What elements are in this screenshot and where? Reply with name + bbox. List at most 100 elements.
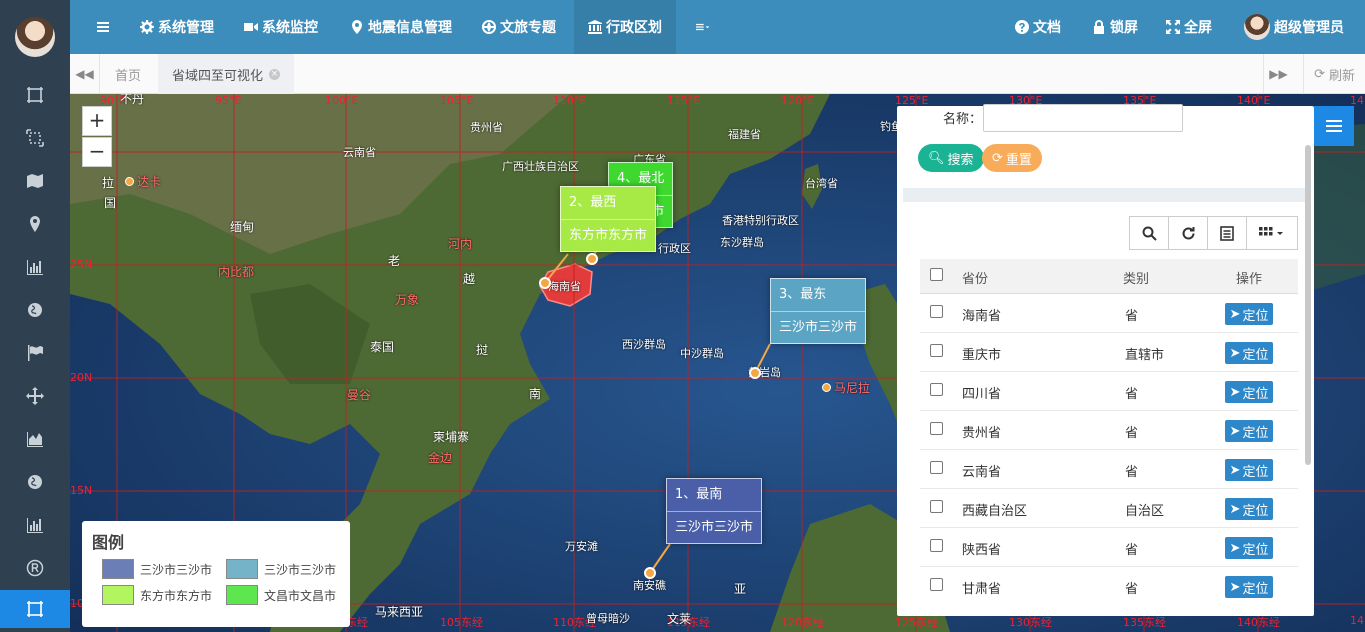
locate-button[interactable]: ➤ 定位 <box>1225 303 1273 325</box>
legend-swatch <box>226 559 258 579</box>
send-icon: ➤ <box>1229 306 1241 322</box>
tab-province-visualization[interactable]: 省域四至可视化 × <box>158 54 295 94</box>
flag-icon[interactable] <box>0 338 70 368</box>
nav-culture-tourism[interactable]: 文旅专题 <box>482 0 556 54</box>
hamburger-icon[interactable] <box>96 0 110 54</box>
marker-eastmost[interactable] <box>749 367 761 379</box>
row-checkbox[interactable] <box>930 422 943 435</box>
name-input[interactable] <box>983 104 1183 132</box>
legend-label: 三沙市三沙市 <box>140 562 213 577</box>
cell-province: 重庆市 <box>962 348 1002 363</box>
locate-button[interactable]: ➤ 定位 <box>1225 342 1273 364</box>
cell-province: 海南省 <box>962 309 1002 324</box>
zoom-out-button[interactable]: − <box>82 137 112 167</box>
locate-button[interactable]: ➤ 定位 <box>1225 381 1273 403</box>
row-checkbox[interactable] <box>930 500 943 513</box>
globe-icon[interactable] <box>0 467 70 497</box>
question-circle-icon <box>1015 20 1029 34</box>
cell-type: 省 <box>1125 309 1139 324</box>
refresh-button[interactable]: ⟳ 刷新 <box>1303 54 1365 94</box>
marker-northmost[interactable] <box>586 253 598 265</box>
tab-home[interactable]: 首页 <box>101 54 155 94</box>
zoom-in-button[interactable]: + <box>82 106 112 136</box>
search-button[interactable]: 🔍︎ 搜索 <box>918 144 984 172</box>
map-icon[interactable] <box>0 166 70 196</box>
sidebar-avatar[interactable] <box>15 17 55 57</box>
row-checkbox[interactable] <box>930 539 943 552</box>
map-label: 柬埔寨 <box>433 430 470 444</box>
nav-fullscreen[interactable]: 全屏 <box>1166 0 1212 54</box>
crop-icon[interactable] <box>0 80 70 110</box>
map-marker-icon[interactable] <box>0 209 70 239</box>
panel-toggle-button[interactable] <box>1314 106 1354 146</box>
row-checkbox[interactable] <box>930 578 943 591</box>
send-icon: ➤ <box>1229 345 1241 361</box>
callout-southmost[interactable]: 1、最南 三沙市三沙市 <box>666 478 763 544</box>
map-label: 曾母暗沙 <box>586 612 630 625</box>
grid-label: 95°E <box>215 94 242 107</box>
app-root: 系统管理 系统监控 地震信息管理 文旅专题 行政区划 文档 锁屏 全屏 超级管理… <box>0 0 1365 632</box>
area-chart-icon[interactable] <box>0 424 70 454</box>
list-icon[interactable] <box>1207 216 1247 250</box>
callout-body: 东方市东方市 <box>561 219 656 251</box>
reset-button[interactable]: ⟳ 重置 <box>982 144 1042 172</box>
move-icon[interactable] <box>0 381 70 411</box>
locate-button[interactable]: ➤ 定位 <box>1225 576 1273 598</box>
expand-icon[interactable] <box>0 123 70 153</box>
nav-docs[interactable]: 文档 <box>1015 0 1061 54</box>
refresh-icon: ⟳ <box>1314 66 1325 82</box>
grid-dropdown-icon[interactable] <box>1246 216 1298 250</box>
crop-icon[interactable] <box>0 590 70 628</box>
tab-scroll-left-icon[interactable]: ◀◀ <box>70 54 100 94</box>
marker-westmost[interactable] <box>539 277 551 289</box>
select-all-checkbox[interactable] <box>930 268 943 281</box>
nav-system-monitor[interactable]: 系统监控 <box>244 0 318 54</box>
search-icon[interactable] <box>1129 216 1169 250</box>
bar-chart-icon[interactable] <box>0 510 70 540</box>
panel-scrollbar[interactable] <box>1305 145 1311 465</box>
refresh-icon[interactable] <box>1168 216 1208 250</box>
nav-label: 文旅专题 <box>500 20 556 36</box>
locate-button[interactable]: ➤ 定位 <box>1225 420 1273 442</box>
nav-lock-screen[interactable]: 锁屏 <box>1092 0 1138 54</box>
globe-icon <box>482 20 496 34</box>
callout-eastmost[interactable]: 3、最东 三沙市三沙市 <box>770 278 867 344</box>
nav-admin-division[interactable]: 行政区划 <box>574 0 676 54</box>
marker-southmost[interactable] <box>644 567 656 579</box>
map-label: 曼谷 <box>347 388 372 402</box>
row-checkbox[interactable] <box>930 344 943 357</box>
callout-westmost[interactable]: 2、最西 东方市东方市 <box>560 186 657 252</box>
bar-chart-icon[interactable] <box>0 252 70 282</box>
callout-title: 2、最西 <box>569 195 617 210</box>
row-checkbox[interactable] <box>930 305 943 318</box>
map-label: 缅甸 <box>230 220 255 234</box>
nav-earthquake-info[interactable]: 地震信息管理 <box>350 0 452 54</box>
map-label: 内比都 <box>218 265 255 279</box>
map-label: 文莱 <box>667 612 692 626</box>
grid-label: 120°E <box>781 94 815 107</box>
row-checkbox[interactable] <box>930 383 943 396</box>
list-dropdown-icon[interactable] <box>696 0 710 54</box>
locate-button[interactable]: ➤ 定位 <box>1225 498 1273 520</box>
user-menu[interactable]: 超级管理员 <box>1244 0 1344 54</box>
tab-scroll-right-icon[interactable]: ▶▶ <box>1263 54 1293 94</box>
globe-icon[interactable] <box>0 295 70 325</box>
refresh-label: 刷新 <box>1328 68 1355 84</box>
nav-system-management[interactable]: 系统管理 <box>140 0 214 54</box>
close-icon[interactable]: × <box>269 68 281 80</box>
legend-swatch <box>226 585 258 605</box>
send-icon: ➤ <box>1229 384 1241 400</box>
locate-button[interactable]: ➤ 定位 <box>1225 537 1273 559</box>
map-label: 台湾省 <box>805 177 838 190</box>
locate-button[interactable]: ➤ 定位 <box>1225 459 1273 481</box>
row-divider <box>920 371 1298 372</box>
row-checkbox[interactable] <box>930 461 943 474</box>
map-label: 马来西亚 <box>375 605 424 619</box>
grid-label: 105东经 <box>440 616 483 629</box>
callout-body: 三沙市三沙市 <box>667 511 762 543</box>
locate-label: 定位 <box>1242 464 1269 480</box>
panel-divider <box>903 188 1305 202</box>
locate-label: 定位 <box>1242 425 1269 441</box>
map-label: 福建省 <box>728 128 761 141</box>
registered-icon[interactable] <box>0 553 70 583</box>
